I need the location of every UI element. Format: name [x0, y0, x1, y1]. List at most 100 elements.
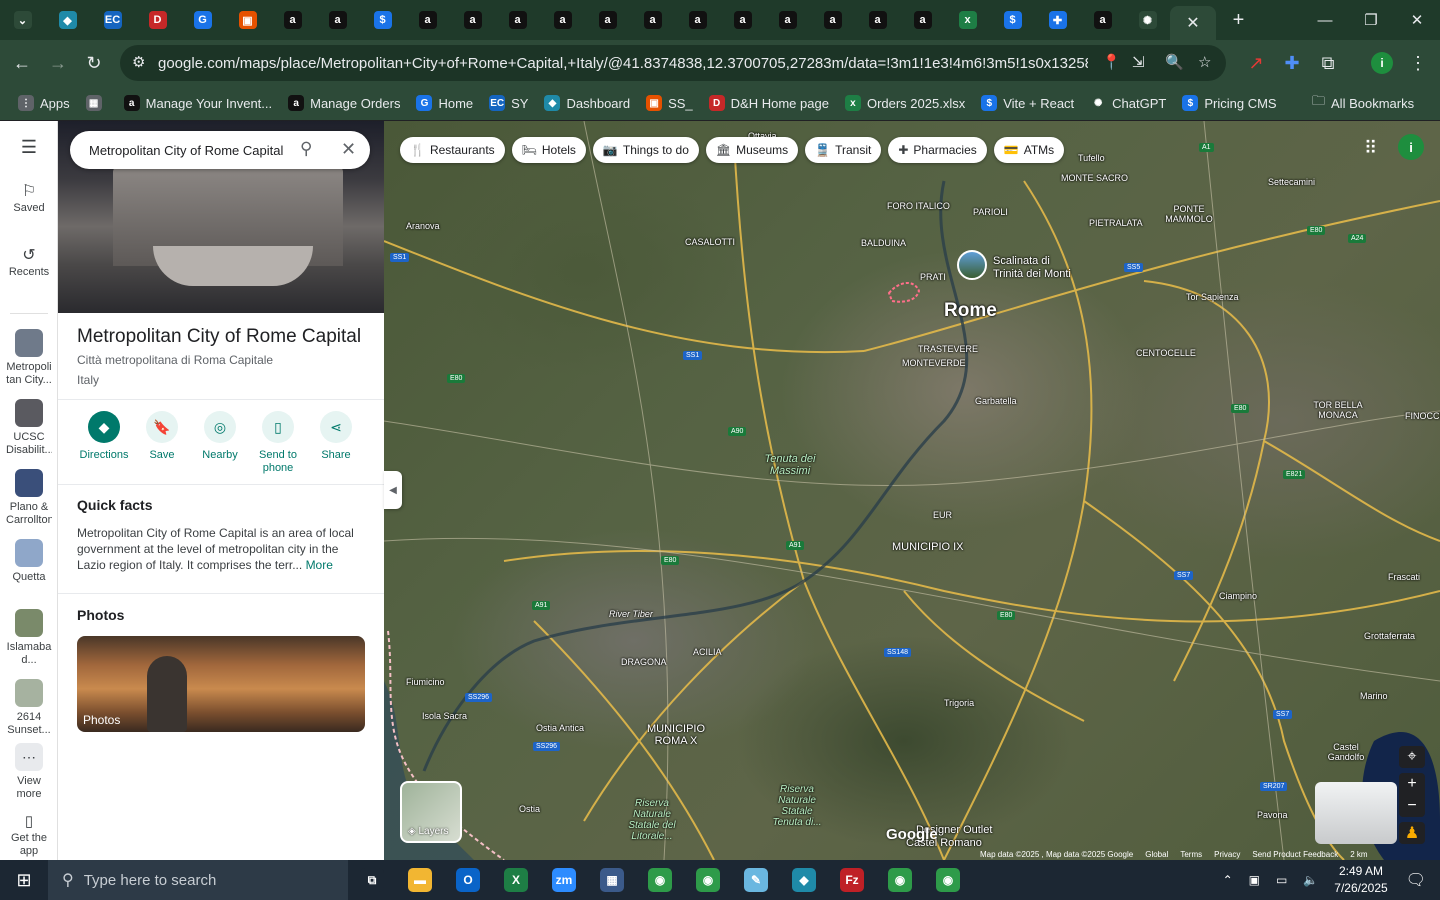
browser-tab[interactable]: $	[990, 0, 1035, 40]
photo-card[interactable]: Photos	[77, 636, 365, 732]
bookmark-item[interactable]: ✺ ChatGPT	[1090, 95, 1166, 111]
bookmark-item[interactable]: ▣ SS_	[646, 95, 693, 111]
browser-tab[interactable]: a	[855, 0, 900, 40]
my-location-button[interactable]: ⌖	[1399, 746, 1425, 768]
browser-tab[interactable]: a	[450, 0, 495, 40]
rail-recent-place[interactable]: UCSC Disabilit...	[0, 399, 58, 461]
profile-avatar[interactable]: i	[1371, 52, 1393, 74]
back-icon[interactable]: ←	[4, 45, 40, 81]
bookmark-item[interactable]: x Orders 2025.xlsx	[844, 95, 965, 111]
taskbar-app[interactable]: ▬	[396, 860, 444, 900]
maximize-icon[interactable]: ❐	[1348, 0, 1394, 40]
layers-button[interactable]: ◈ Layers	[400, 781, 462, 843]
taskbar-app[interactable]: ◉	[924, 860, 972, 900]
rail-recents[interactable]: ↺ Recents	[0, 248, 58, 279]
google-apps-icon[interactable]: ⠿	[1364, 138, 1377, 159]
new-tab-button[interactable]: +	[1216, 0, 1261, 40]
rail-view-more[interactable]: ⋯ View more	[0, 743, 58, 801]
quick-facts-more-link[interactable]: More	[306, 558, 333, 572]
browser-tab[interactable]: D	[135, 0, 180, 40]
extensions-icon[interactable]: ⧉	[1310, 45, 1346, 81]
minimize-icon[interactable]: —	[1302, 0, 1348, 40]
browser-tab[interactable]: a	[315, 0, 360, 40]
map-label-rome[interactable]: Rome	[944, 300, 997, 322]
active-tab[interactable]: ✕	[1170, 6, 1216, 40]
rail-recent-place[interactable]: Quetta	[0, 539, 58, 588]
taskbar-app[interactable]: ◆	[780, 860, 828, 900]
browser-tab[interactable]: a	[675, 0, 720, 40]
pegman-button[interactable]: ♟	[1399, 822, 1425, 844]
reload-icon[interactable]: ↻	[76, 45, 112, 81]
bookmark-item[interactable]: ⋮ Apps	[18, 95, 70, 111]
bookmark-item[interactable]: D D&H Home page	[708, 95, 829, 111]
taskbar-app[interactable]: ✎	[732, 860, 780, 900]
volume-icon[interactable]: 🔈	[1303, 873, 1318, 887]
extension-puzzle-icon[interactable]: ✚	[1274, 45, 1310, 81]
extension-arrow-icon[interactable]: ↗	[1238, 45, 1274, 81]
nearby-button[interactable]: ◎ Nearby	[190, 411, 250, 462]
taskbar-app[interactable]: ◉	[684, 860, 732, 900]
taskbar-search[interactable]: ⚲ Type here to search	[48, 860, 348, 900]
zoom-out-button[interactable]: −	[1399, 795, 1425, 817]
close-window-icon[interactable]: ✕	[1394, 0, 1440, 40]
chip-atms[interactable]: 💳 ATMs	[993, 137, 1065, 163]
menu-icon[interactable]: ⋮	[1400, 45, 1436, 81]
taskbar-app[interactable]: ⧉	[348, 860, 396, 900]
browser-tab[interactable]: a	[765, 0, 810, 40]
zoom-icon[interactable]: 🔍	[1165, 53, 1184, 71]
windows-start-icon[interactable]: ⊞	[0, 860, 48, 900]
close-tab-icon[interactable]: ✕	[1186, 13, 1199, 33]
rail-recent-place[interactable]: 2614 Sunset...	[0, 679, 58, 741]
collapse-panel-button[interactable]: ◀	[384, 471, 402, 509]
bookmark-item[interactable]: a Manage Orders	[288, 95, 400, 111]
notifications-icon[interactable]: 🗨	[1406, 870, 1426, 890]
browser-tab[interactable]: a	[495, 0, 540, 40]
rail-get-app[interactable]: ▯ Get the app	[0, 814, 58, 858]
chip-hotels[interactable]: 🛏 Hotels	[511, 137, 586, 163]
bookmark-item[interactable]: $ Pricing CMS	[1182, 95, 1277, 111]
network-icon[interactable]: ▣	[1249, 873, 1260, 887]
map-label-scalinata[interactable]: Scalinata di	[993, 255, 1050, 267]
bookmark-item[interactable]: G Home	[416, 95, 473, 111]
browser-tab[interactable]: ⌄	[0, 0, 45, 40]
attribution-item[interactable]: Privacy	[1214, 850, 1240, 859]
street-view-preview[interactable]	[1315, 782, 1397, 844]
taskbar-app[interactable]: ◉	[636, 860, 684, 900]
browser-tab[interactable]: EC	[90, 0, 135, 40]
chip-museums[interactable]: 🏛 Museums	[705, 137, 799, 163]
rail-recent-place[interactable]: Metropoli tan City...	[0, 329, 58, 391]
taskbar-app[interactable]: Fz	[828, 860, 876, 900]
browser-tab[interactable]: a	[1080, 0, 1125, 40]
rail-saved[interactable]: ⚐ Saved	[0, 184, 58, 215]
attribution-item[interactable]: 2 km	[1350, 850, 1367, 859]
chip-things-to-do[interactable]: 📷 Things to do	[592, 137, 699, 163]
browser-tab[interactable]: a	[900, 0, 945, 40]
save-button[interactable]: 🔖 Save	[132, 411, 192, 462]
browser-tab[interactable]: a	[540, 0, 585, 40]
map-label-scalinata-2[interactable]: Trinità dei Monti	[993, 268, 1071, 280]
search-icon[interactable]: ⚲	[300, 139, 312, 159]
site-info-icon[interactable]: ⚙	[132, 53, 145, 71]
zoom-in-button[interactable]: +	[1399, 773, 1425, 795]
share-button[interactable]: ⋖ Share	[306, 411, 366, 462]
browser-tab[interactable]: a	[720, 0, 765, 40]
account-avatar[interactable]: i	[1398, 134, 1424, 160]
browser-tab[interactable]: a	[585, 0, 630, 40]
attribution-item[interactable]: Global	[1145, 850, 1168, 859]
location-icon[interactable]: 📍	[1102, 53, 1121, 71]
search-input[interactable]	[89, 142, 289, 158]
browser-tab[interactable]: a	[405, 0, 450, 40]
browser-tab[interactable]: a	[630, 0, 675, 40]
bookmark-item[interactable]: ◆ Dashboard	[544, 95, 630, 111]
attribution-item[interactable]: Terms	[1180, 850, 1202, 859]
browser-tab[interactable]: a	[270, 0, 315, 40]
chip-transit[interactable]: 🚆 Transit	[805, 137, 882, 163]
taskbar-app[interactable]: zm	[540, 860, 588, 900]
url-text[interactable]: google.com/maps/place/Metropolitan+City+…	[158, 55, 1088, 72]
bookmark-item[interactable]: EC SY	[489, 95, 528, 111]
taskbar-app[interactable]: X	[492, 860, 540, 900]
chip-restaurants[interactable]: 🍴 Restaurants	[400, 137, 505, 163]
forward-icon[interactable]: →	[40, 45, 76, 81]
star-icon[interactable]: ☆	[1198, 53, 1211, 71]
taskbar-app[interactable]: ▦	[588, 860, 636, 900]
